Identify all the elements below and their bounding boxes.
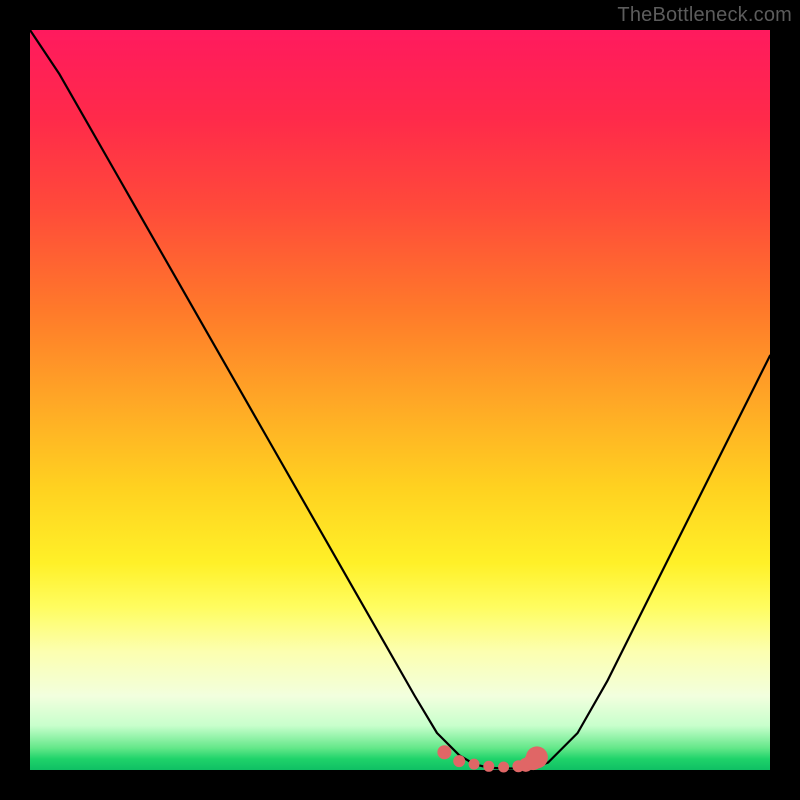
optimal-marker (483, 761, 494, 772)
bottleneck-curve (30, 30, 770, 769)
optimal-marker (469, 759, 480, 770)
chart-frame: TheBottleneck.com (0, 0, 800, 800)
optimal-marker (453, 755, 465, 767)
watermark-text: TheBottleneck.com (617, 4, 792, 27)
optimal-marker (526, 746, 548, 768)
chart-svg (30, 30, 770, 770)
optimal-marker (498, 762, 509, 773)
plot-area (30, 30, 770, 770)
optimal-marker (437, 745, 451, 759)
